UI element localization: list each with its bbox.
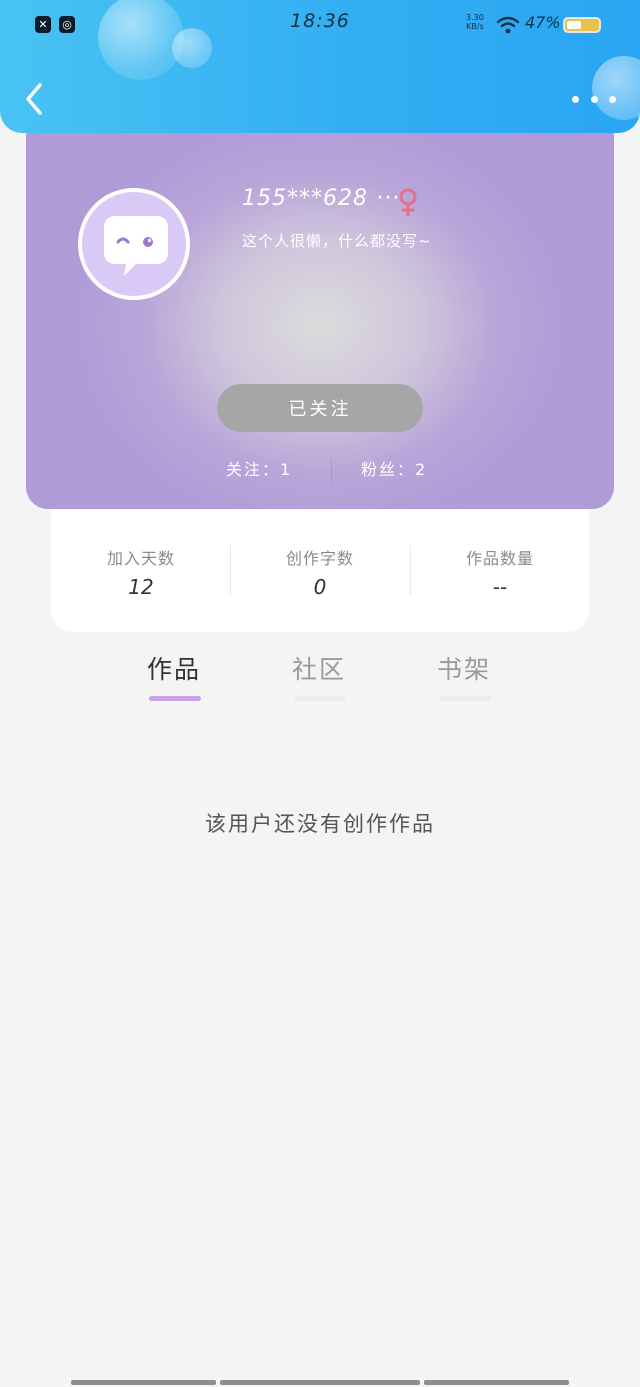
network-speed: 3.30 KB/s — [466, 13, 484, 31]
stat-label: 创作字数 — [285, 549, 354, 568]
stats-card: 加入天数 12 创作字数 0 作品数量 -- — [51, 509, 589, 632]
tab-community[interactable]: 社区 — [279, 650, 359, 701]
tab-works[interactable]: 作品 — [134, 650, 214, 701]
more-dots-icon — [609, 95, 616, 103]
following-count[interactable]: 关注：1 — [226, 456, 292, 480]
tab-label: 书架 — [436, 655, 491, 684]
stat-word-count: 创作字数 0 — [230, 545, 410, 599]
stat-value: -- — [492, 575, 508, 599]
tab-indicator — [294, 696, 346, 701]
tab-label: 作品 — [146, 655, 201, 684]
avatar[interactable] — [78, 188, 190, 300]
stat-works-count: 作品数量 -- — [410, 545, 590, 599]
tab-label: 社区 — [291, 655, 346, 684]
chevron-left-icon — [26, 83, 42, 115]
stat-value: 0 — [313, 575, 327, 599]
network-speed-value: 3.30 — [466, 13, 484, 22]
stat-label: 加入天数 — [106, 549, 175, 568]
fans-count[interactable]: 粉丝：2 — [361, 456, 427, 480]
chat-bubble-avatar-icon — [104, 216, 168, 276]
battery-icon — [563, 17, 601, 33]
wifi-icon — [496, 16, 520, 34]
decorative-bubble — [172, 28, 212, 68]
more-options-button[interactable] — [572, 88, 616, 110]
user-bio: 这个人很懒，什么都没写~ — [242, 232, 432, 250]
stat-join-days: 加入天数 12 — [51, 545, 231, 599]
tab-indicator — [439, 696, 491, 701]
username: 155***628 ··· — [242, 186, 400, 211]
more-dots-icon — [590, 95, 598, 103]
stat-value: 12 — [128, 575, 154, 599]
tab-bookshelf[interactable]: 书架 — [424, 650, 504, 701]
battery-percent: 47% — [525, 13, 561, 32]
tab-active-indicator — [149, 696, 201, 701]
home-indicator — [71, 1380, 216, 1385]
home-indicator — [424, 1380, 569, 1385]
divider — [331, 458, 332, 486]
female-icon — [399, 188, 417, 216]
top-header: ✕ ◎ 18:36 3.30 KB/s 47% — [0, 0, 640, 133]
network-speed-unit: KB/s — [466, 22, 484, 31]
stat-label: 作品数量 — [465, 549, 534, 568]
home-indicator — [220, 1380, 420, 1385]
profile-card: 155***628 ··· 这个人很懒，什么都没写~ 已关注 关注：1 粉丝：2 — [26, 110, 614, 509]
back-button[interactable] — [20, 80, 52, 118]
empty-state-message: 该用户还没有创作作品 — [205, 812, 435, 836]
follow-button[interactable]: 已关注 — [217, 384, 423, 432]
more-dots-icon — [572, 95, 579, 103]
